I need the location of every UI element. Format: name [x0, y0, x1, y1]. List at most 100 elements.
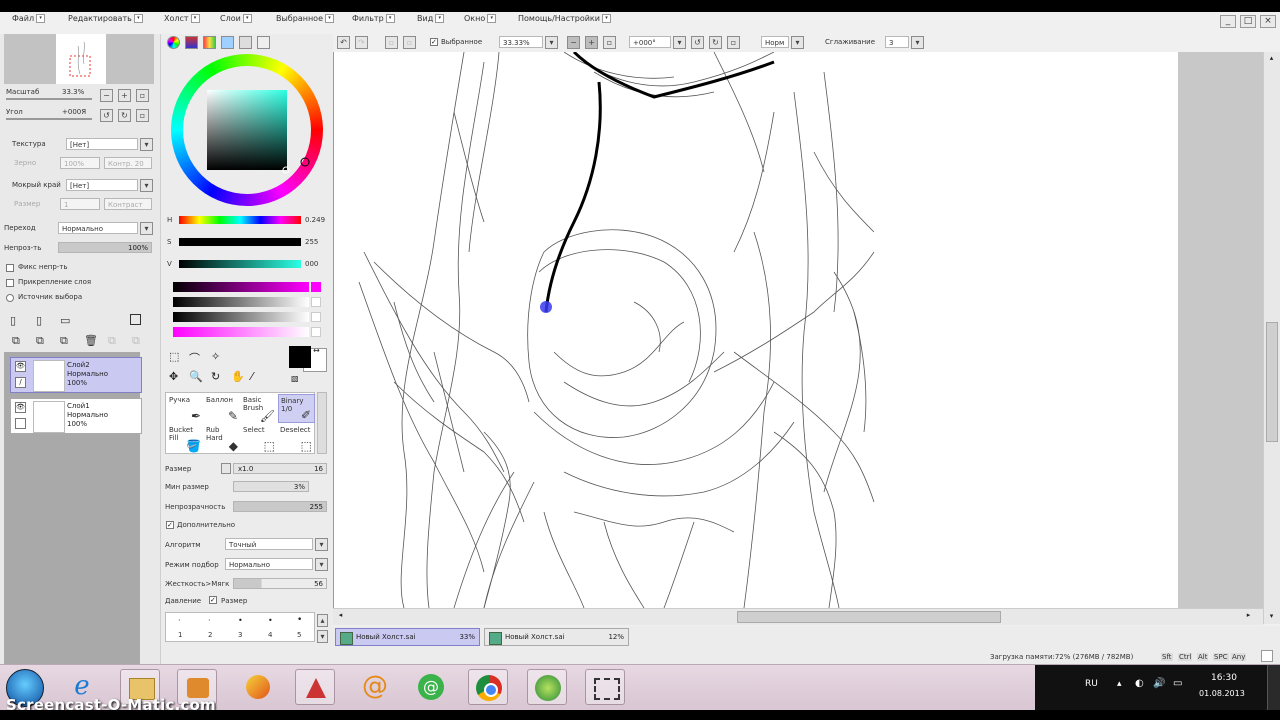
icq-icon[interactable]: @ — [411, 669, 451, 705]
scroll-up-icon[interactable]: ▴ — [1266, 54, 1277, 65]
clear-layer-icon[interactable]: ⧉ — [60, 334, 68, 348]
menu-window[interactable]: Окно ▾ — [464, 14, 497, 26]
vertical-scrollbar[interactable]: ▴ ▾ — [1263, 52, 1280, 624]
tool-airbrush[interactable]: Баллон ✎ — [204, 394, 241, 423]
saturation-slider[interactable] — [179, 238, 301, 246]
swatch-color[interactable] — [311, 282, 321, 292]
scroll-down-icon[interactable]: ▾ — [1266, 612, 1277, 623]
texture-dropdown-button[interactable]: ▾ — [140, 138, 153, 151]
swatch-color[interactable] — [311, 297, 321, 307]
screen-recorder-icon[interactable] — [585, 669, 625, 705]
wet-edge-dropdown-button[interactable]: ▾ — [140, 179, 153, 192]
color-mixer-icon[interactable] — [221, 36, 234, 49]
tool-pen[interactable]: Ручка ✒ — [167, 394, 204, 423]
stabilizer-select[interactable]: 3 — [885, 36, 909, 48]
show-desktop-button[interactable] — [1267, 665, 1280, 711]
copy-layer-icon[interactable]: ⧉ — [12, 334, 20, 348]
layer-lock-box[interactable] — [15, 418, 26, 429]
zoom-reset-toolbar-button[interactable]: ▫ — [603, 36, 616, 49]
transparent-color-icon[interactable]: ▧ — [291, 374, 299, 383]
close-button[interactable]: × — [1260, 15, 1276, 28]
rect-select-icon[interactable]: ⬚ — [169, 350, 179, 363]
hsv-sliders-icon[interactable] — [203, 36, 216, 49]
stabilizer-dropdown-button[interactable]: ▾ — [911, 36, 924, 49]
clock-time[interactable]: 16:30 — [1211, 673, 1237, 683]
trash-icon[interactable]: 🗑 — [84, 334, 98, 347]
selection-source-radio[interactable] — [6, 294, 14, 302]
show-hidden-icons-icon[interactable]: ▴ — [1117, 679, 1122, 689]
tool-eraser[interactable]: Rub Hard ◆ — [204, 424, 241, 453]
rotate-right-button[interactable]: ↻ — [118, 109, 131, 122]
brush-size-slider[interactable]: x1.0 16 — [233, 463, 327, 474]
algorithm-dropdown-button[interactable]: ▾ — [315, 538, 328, 551]
horizontal-scrollbar[interactable]: ◂ ▸ — [333, 608, 1263, 625]
angle-select[interactable]: +000° — [629, 36, 671, 48]
layer-down-icon[interactable]: ⧉ — [132, 334, 140, 348]
maximize-button[interactable]: □ — [1240, 15, 1256, 28]
rotate-right-toolbar-button[interactable]: ↻ — [709, 36, 722, 49]
horizontal-scroll-thumb[interactable] — [737, 611, 1001, 623]
deselect-button[interactable]: ▫ — [385, 36, 398, 49]
tool-bucket[interactable]: Bucket Fill 🪣 — [167, 424, 204, 453]
layer-panel-button[interactable] — [130, 314, 141, 325]
tool-deselect[interactable]: Deselect ⬚ — [278, 424, 315, 453]
algorithm-select[interactable]: Точный — [225, 538, 313, 550]
doc-tab-active[interactable]: Новый Холст.sai 33% — [335, 628, 480, 646]
network-icon[interactable]: ▭ — [1173, 678, 1182, 689]
rotate-reset-button[interactable]: ▫ — [136, 109, 149, 122]
merge-down-icon[interactable]: ⧉ — [36, 334, 44, 348]
minimize-button[interactable]: _ — [1220, 15, 1236, 28]
language-indicator[interactable]: RU — [1085, 679, 1098, 689]
rotate-icon[interactable]: ↻ — [211, 370, 220, 383]
view-mode-dropdown-button[interactable]: ▾ — [791, 36, 804, 49]
advanced-checkbox[interactable]: ✓ — [166, 521, 174, 529]
navigator-preview[interactable] — [4, 34, 154, 84]
invert-selection-button[interactable]: ▫ — [403, 36, 416, 49]
magic-wand-icon[interactable]: ✧ — [211, 350, 220, 363]
app-icon[interactable] — [295, 669, 335, 705]
eyedropper-icon[interactable]: ⁄ — [251, 370, 253, 383]
zoom-icon[interactable]: 🔍 — [189, 370, 203, 383]
menu-edit[interactable]: Редактировать ▾ — [68, 14, 143, 26]
rgb-sliders-icon[interactable] — [185, 36, 198, 49]
angle-dropdown-button[interactable]: ▾ — [673, 36, 686, 49]
new-linework-layer-icon[interactable]: ▯ — [36, 314, 42, 327]
undo-button[interactable]: ↶ — [337, 36, 350, 49]
zoom-select[interactable]: 33.33% — [499, 36, 543, 48]
scroll-right-icon[interactable]: ▸ — [1243, 611, 1254, 622]
swatch-gradient-row[interactable] — [173, 297, 309, 307]
volume-icon[interactable]: 🔊 — [1153, 678, 1165, 689]
color-wheel[interactable] — [171, 54, 323, 206]
zoom-reset-button[interactable]: ▫ — [136, 89, 149, 102]
new-folder-icon[interactable]: ▭ — [60, 314, 70, 327]
value-slider[interactable] — [179, 260, 301, 268]
blend-select[interactable]: Нормально — [58, 222, 138, 234]
swatches-icon[interactable] — [239, 36, 252, 49]
clock-date[interactable]: 01.08.2013 — [1199, 689, 1245, 698]
tool-select[interactable]: Select ⬚ — [241, 424, 278, 453]
layer-row[interactable]: 👁 Слой1 Нормально 100% — [10, 398, 142, 434]
move-icon[interactable]: ✥ — [169, 370, 178, 383]
presets-scroll-up[interactable]: ▴ — [317, 614, 328, 627]
mode-select[interactable]: Нормально — [225, 558, 313, 570]
menu-filter[interactable]: Фильтр ▾ — [352, 14, 395, 26]
zoom-in-button[interactable]: + — [118, 89, 131, 102]
lasso-icon[interactable]: ⌒ — [189, 350, 200, 366]
size-preset[interactable]: 2 — [208, 631, 212, 639]
brush-lock-icon[interactable]: / — [15, 377, 26, 388]
zoom-slider[interactable] — [6, 98, 92, 100]
eye-icon[interactable]: 👁 — [15, 402, 26, 413]
rotate-left-button[interactable]: ↺ — [100, 109, 113, 122]
chrome-icon[interactable] — [468, 669, 508, 705]
hand-icon[interactable]: ✋ — [231, 370, 245, 383]
wet-contrast-field[interactable]: Контраст — [104, 198, 152, 210]
swap-colors-icon[interactable]: ↔ — [313, 346, 320, 355]
brush-opacity-slider[interactable]: 255 — [233, 501, 327, 512]
layer-row[interactable]: 👁 / Слой2 Нормально 100% — [10, 357, 142, 393]
presets-scroll-down[interactable]: ▾ — [317, 630, 328, 643]
color-wheel-mode-icon[interactable] — [167, 36, 180, 49]
layer-up-icon[interactable]: ⧉ — [108, 334, 116, 348]
mode-dropdown-button[interactable]: ▾ — [315, 558, 328, 571]
min-size-slider[interactable]: 3% — [233, 481, 309, 492]
scroll-left-icon[interactable]: ◂ — [335, 611, 346, 622]
